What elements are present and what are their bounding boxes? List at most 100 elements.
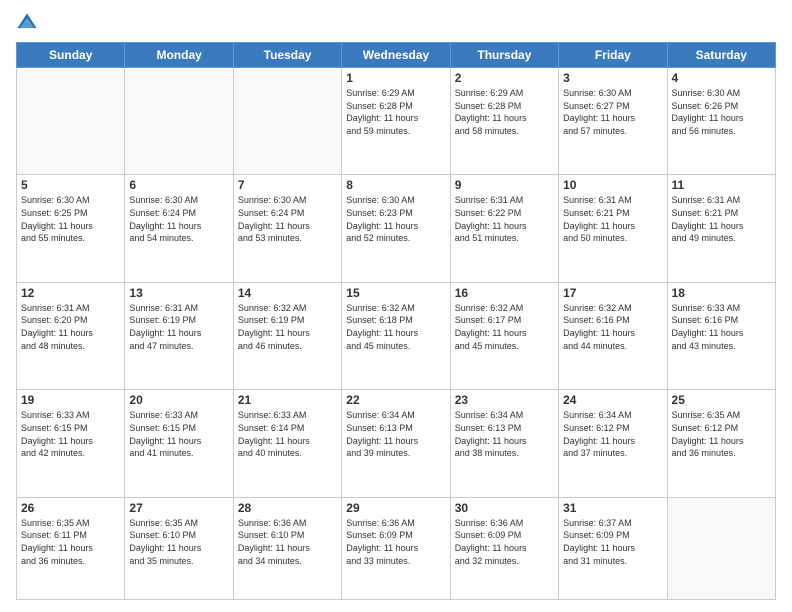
- calendar-cell: 19Sunrise: 6:33 AMSunset: 6:15 PMDayligh…: [17, 390, 125, 497]
- day-number: 1: [346, 71, 445, 85]
- day-number: 7: [238, 178, 337, 192]
- day-number: 16: [455, 286, 554, 300]
- calendar-cell: 3 Sunrise: 6:30 AMSunset: 6:27 PMDaylight…: [559, 68, 667, 175]
- page: SundayMondayTuesdayWednesdayThursdayFrid…: [0, 0, 792, 612]
- day-info: Sunrise: 6:30 AMSunset: 6:24 PMDaylight:…: [238, 194, 337, 244]
- calendar-cell: 8Sunrise: 6:30 AMSunset: 6:23 PMDaylight…: [342, 175, 450, 282]
- day-number: 2: [455, 71, 554, 85]
- calendar-cell: 26Sunrise: 6:35 AMSunset: 6:11 PMDayligh…: [17, 497, 125, 599]
- day-number: 5: [21, 178, 120, 192]
- calendar-cell: 10 Sunrise: 6:31 AMSunset: 6:21 PMDayligh…: [559, 175, 667, 282]
- day-number: 10: [563, 178, 662, 192]
- day-info: Sunrise: 6:35 AMSunset: 6:10 PMDaylight:…: [129, 517, 228, 567]
- week-row-0: 1 Sunrise: 6:29 AMSunset: 6:28 PMDaylight…: [17, 68, 776, 175]
- calendar-cell: 16Sunrise: 6:32 AMSunset: 6:17 PMDayligh…: [450, 282, 558, 389]
- day-info: Sunrise: 6:36 AMSunset: 6:09 PMDaylight:…: [455, 517, 554, 567]
- day-info: Sunrise: 6:34 AMSunset: 6:12 PMDaylight:…: [563, 409, 662, 459]
- calendar: SundayMondayTuesdayWednesdayThursdayFrid…: [16, 42, 776, 600]
- day-info: Sunrise: 6:29 AMSunset: 6:28 PMDaylight:…: [346, 87, 445, 137]
- calendar-cell: 31 Sunrise: 6:37 AMSunset: 6:09 PMDayligh…: [559, 497, 667, 599]
- calendar-cell: 17 Sunrise: 6:32 AMSunset: 6:16 PMDayligh…: [559, 282, 667, 389]
- calendar-cell: 12 Sunrise: 6:31 AMSunset: 6:20 PMDayligh…: [17, 282, 125, 389]
- day-number: 24: [563, 393, 662, 407]
- day-number: 27: [129, 501, 228, 515]
- calendar-cell: 21Sunrise: 6:33 AMSunset: 6:14 PMDayligh…: [233, 390, 341, 497]
- day-info: Sunrise: 6:29 AMSunset: 6:28 PMDaylight:…: [455, 87, 554, 137]
- day-info: Sunrise: 6:35 AMSunset: 6:12 PMDaylight:…: [672, 409, 771, 459]
- day-info: Sunrise: 6:31 AMSunset: 6:20 PMDaylight:…: [21, 302, 120, 352]
- day-number: 29: [346, 501, 445, 515]
- weekday-header-thursday: Thursday: [450, 43, 558, 68]
- day-info: Sunrise: 6:30 AMSunset: 6:25 PMDaylight:…: [21, 194, 120, 244]
- day-number: 4: [672, 71, 771, 85]
- day-info: Sunrise: 6:33 AMSunset: 6:15 PMDaylight:…: [129, 409, 228, 459]
- calendar-cell: 11Sunrise: 6:31 AMSunset: 6:21 PMDayligh…: [667, 175, 775, 282]
- day-info: Sunrise: 6:34 AMSunset: 6:13 PMDaylight:…: [346, 409, 445, 459]
- day-info: Sunrise: 6:32 AMSunset: 6:19 PMDaylight:…: [238, 302, 337, 352]
- week-row-2: 12 Sunrise: 6:31 AMSunset: 6:20 PMDayligh…: [17, 282, 776, 389]
- day-number: 31: [563, 501, 662, 515]
- calendar-cell: 7 Sunrise: 6:30 AMSunset: 6:24 PMDaylight…: [233, 175, 341, 282]
- calendar-cell: 22 Sunrise: 6:34 AMSunset: 6:13 PMDayligh…: [342, 390, 450, 497]
- day-info: Sunrise: 6:36 AMSunset: 6:10 PMDaylight:…: [238, 517, 337, 567]
- day-number: 13: [129, 286, 228, 300]
- day-number: 12: [21, 286, 120, 300]
- weekday-header-saturday: Saturday: [667, 43, 775, 68]
- day-number: 30: [455, 501, 554, 515]
- calendar-cell: 1 Sunrise: 6:29 AMSunset: 6:28 PMDaylight…: [342, 68, 450, 175]
- day-info: Sunrise: 6:37 AMSunset: 6:09 PMDaylight:…: [563, 517, 662, 567]
- weekday-header-sunday: Sunday: [17, 43, 125, 68]
- week-row-3: 19Sunrise: 6:33 AMSunset: 6:15 PMDayligh…: [17, 390, 776, 497]
- calendar-cell: 25Sunrise: 6:35 AMSunset: 6:12 PMDayligh…: [667, 390, 775, 497]
- day-number: 18: [672, 286, 771, 300]
- day-number: 9: [455, 178, 554, 192]
- weekday-header-friday: Friday: [559, 43, 667, 68]
- day-number: 20: [129, 393, 228, 407]
- day-number: 3: [563, 71, 662, 85]
- calendar-cell: [17, 68, 125, 175]
- day-info: Sunrise: 6:32 AMSunset: 6:18 PMDaylight:…: [346, 302, 445, 352]
- calendar-cell: 27 Sunrise: 6:35 AMSunset: 6:10 PMDayligh…: [125, 497, 233, 599]
- day-info: Sunrise: 6:35 AMSunset: 6:11 PMDaylight:…: [21, 517, 120, 567]
- calendar-cell: 24 Sunrise: 6:34 AMSunset: 6:12 PMDayligh…: [559, 390, 667, 497]
- day-info: Sunrise: 6:30 AMSunset: 6:26 PMDaylight:…: [672, 87, 771, 137]
- day-info: Sunrise: 6:31 AMSunset: 6:22 PMDaylight:…: [455, 194, 554, 244]
- day-info: Sunrise: 6:36 AMSunset: 6:09 PMDaylight:…: [346, 517, 445, 567]
- calendar-cell: 18 Sunrise: 6:33 AMSunset: 6:16 PMDayligh…: [667, 282, 775, 389]
- week-row-1: 5 Sunrise: 6:30 AMSunset: 6:25 PMDaylight…: [17, 175, 776, 282]
- header: [16, 12, 776, 34]
- day-info: Sunrise: 6:31 AMSunset: 6:19 PMDaylight:…: [129, 302, 228, 352]
- calendar-cell: 5 Sunrise: 6:30 AMSunset: 6:25 PMDaylight…: [17, 175, 125, 282]
- calendar-cell: [233, 68, 341, 175]
- calendar-body: 1 Sunrise: 6:29 AMSunset: 6:28 PMDaylight…: [17, 68, 776, 600]
- day-info: Sunrise: 6:33 AMSunset: 6:14 PMDaylight:…: [238, 409, 337, 459]
- calendar-cell: 15Sunrise: 6:32 AMSunset: 6:18 PMDayligh…: [342, 282, 450, 389]
- logo-icon: [16, 12, 38, 34]
- day-number: 17: [563, 286, 662, 300]
- weekday-header-wednesday: Wednesday: [342, 43, 450, 68]
- day-number: 28: [238, 501, 337, 515]
- day-number: 23: [455, 393, 554, 407]
- calendar-cell: [667, 497, 775, 599]
- weekday-header-monday: Monday: [125, 43, 233, 68]
- day-info: Sunrise: 6:31 AMSunset: 6:21 PMDaylight:…: [672, 194, 771, 244]
- day-info: Sunrise: 6:33 AMSunset: 6:16 PMDaylight:…: [672, 302, 771, 352]
- day-number: 6: [129, 178, 228, 192]
- calendar-cell: 20 Sunrise: 6:33 AMSunset: 6:15 PMDayligh…: [125, 390, 233, 497]
- day-info: Sunrise: 6:31 AMSunset: 6:21 PMDaylight:…: [563, 194, 662, 244]
- calendar-cell: 29 Sunrise: 6:36 AMSunset: 6:09 PMDayligh…: [342, 497, 450, 599]
- calendar-cell: 30 Sunrise: 6:36 AMSunset: 6:09 PMDayligh…: [450, 497, 558, 599]
- day-info: Sunrise: 6:32 AMSunset: 6:16 PMDaylight:…: [563, 302, 662, 352]
- calendar-cell: 28 Sunrise: 6:36 AMSunset: 6:10 PMDayligh…: [233, 497, 341, 599]
- day-info: Sunrise: 6:30 AMSunset: 6:24 PMDaylight:…: [129, 194, 228, 244]
- calendar-cell: [125, 68, 233, 175]
- week-row-4: 26Sunrise: 6:35 AMSunset: 6:11 PMDayligh…: [17, 497, 776, 599]
- weekday-header-tuesday: Tuesday: [233, 43, 341, 68]
- calendar-cell: 4 Sunrise: 6:30 AMSunset: 6:26 PMDaylight…: [667, 68, 775, 175]
- calendar-cell: 9 Sunrise: 6:31 AMSunset: 6:22 PMDaylight…: [450, 175, 558, 282]
- day-info: Sunrise: 6:30 AMSunset: 6:27 PMDaylight:…: [563, 87, 662, 137]
- day-number: 22: [346, 393, 445, 407]
- calendar-cell: 23Sunrise: 6:34 AMSunset: 6:13 PMDayligh…: [450, 390, 558, 497]
- day-number: 8: [346, 178, 445, 192]
- calendar-cell: 14Sunrise: 6:32 AMSunset: 6:19 PMDayligh…: [233, 282, 341, 389]
